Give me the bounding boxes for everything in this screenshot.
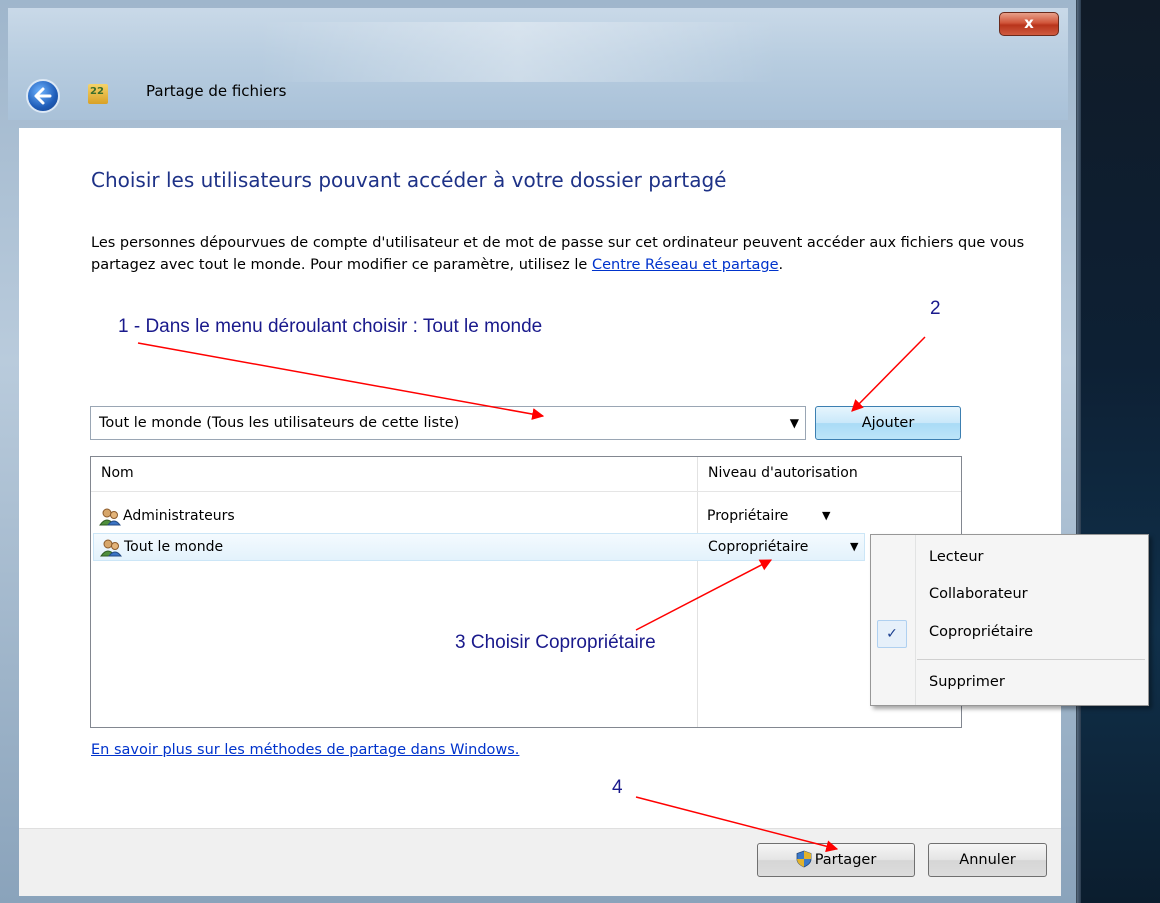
user-select-combobox[interactable]: Tout le monde (Tous les utilisateurs de … <box>90 406 806 440</box>
annotation-step-1: 1 - Dans le menu déroulant choisir : Tou… <box>118 316 543 337</box>
cancel-button[interactable]: Annuler <box>928 843 1047 877</box>
permission-dropdown-menu: Lecteur Collaborateur ✓ Copropriétaire S… <box>870 534 1149 706</box>
title-bar <box>8 8 1068 120</box>
chevron-down-icon[interactable]: ▼ <box>850 540 858 553</box>
chevron-down-icon[interactable]: ▼ <box>822 509 830 522</box>
permission-level[interactable]: Copropriétaire <box>708 539 808 555</box>
annotation-step-3: 3 Choisir Copropriétaire <box>455 632 656 653</box>
combobox-value: Tout le monde (Tous les utilisateurs de … <box>99 415 460 431</box>
add-button[interactable]: Ajouter <box>815 406 961 440</box>
window-title: Partage de fichiers <box>146 82 287 100</box>
network-center-link[interactable]: Centre Réseau et partage <box>592 257 779 273</box>
back-button[interactable] <box>26 79 60 113</box>
column-header-level[interactable]: Niveau d'autorisation <box>708 465 858 481</box>
user-name: Tout le monde <box>124 539 224 555</box>
annotation-step-2: 2 <box>930 298 941 319</box>
users-group-icon <box>99 508 121 526</box>
uac-shield-icon <box>796 850 812 868</box>
page-heading: Choisir les utilisateurs pouvant accéder… <box>91 168 727 192</box>
close-icon: x <box>1024 14 1034 32</box>
description-text: Les personnes dépourvues de compte d'uti… <box>91 235 1025 273</box>
menu-item-supprimer[interactable]: Supprimer <box>929 674 1005 690</box>
menu-separator <box>917 659 1145 660</box>
menu-item-lecteur[interactable]: Lecteur <box>929 549 983 565</box>
chevron-down-icon[interactable]: ▼ <box>790 416 799 430</box>
share-button[interactable]: Partager <box>757 843 915 877</box>
user-permissions-list: Nom Niveau d'autorisation Administrateur… <box>90 456 962 728</box>
permission-level[interactable]: Propriétaire <box>707 508 788 524</box>
checkmark-icon: ✓ <box>877 620 907 648</box>
back-arrow-icon <box>34 87 52 105</box>
list-header: Nom Niveau d'autorisation <box>91 457 961 492</box>
annotation-step-4: 4 <box>612 777 623 798</box>
users-group-icon <box>100 539 122 557</box>
menu-item-collaborateur[interactable]: Collaborateur <box>929 586 1028 602</box>
column-header-name[interactable]: Nom <box>101 465 134 481</box>
learn-more-link[interactable]: En savoir plus sur les méthodes de parta… <box>91 742 519 758</box>
close-button[interactable]: x <box>999 12 1059 36</box>
desktop-background <box>1075 0 1160 903</box>
menu-item-coproprietaire[interactable]: Copropriétaire <box>929 624 1033 640</box>
user-name: Administrateurs <box>123 508 235 524</box>
list-item[interactable]: Administrateurs Propriétaire ▼ <box>91 503 961 531</box>
sharing-wizard-icon: 22 <box>88 84 108 104</box>
list-item[interactable]: Tout le monde Copropriétaire ▼ <box>93 533 865 561</box>
